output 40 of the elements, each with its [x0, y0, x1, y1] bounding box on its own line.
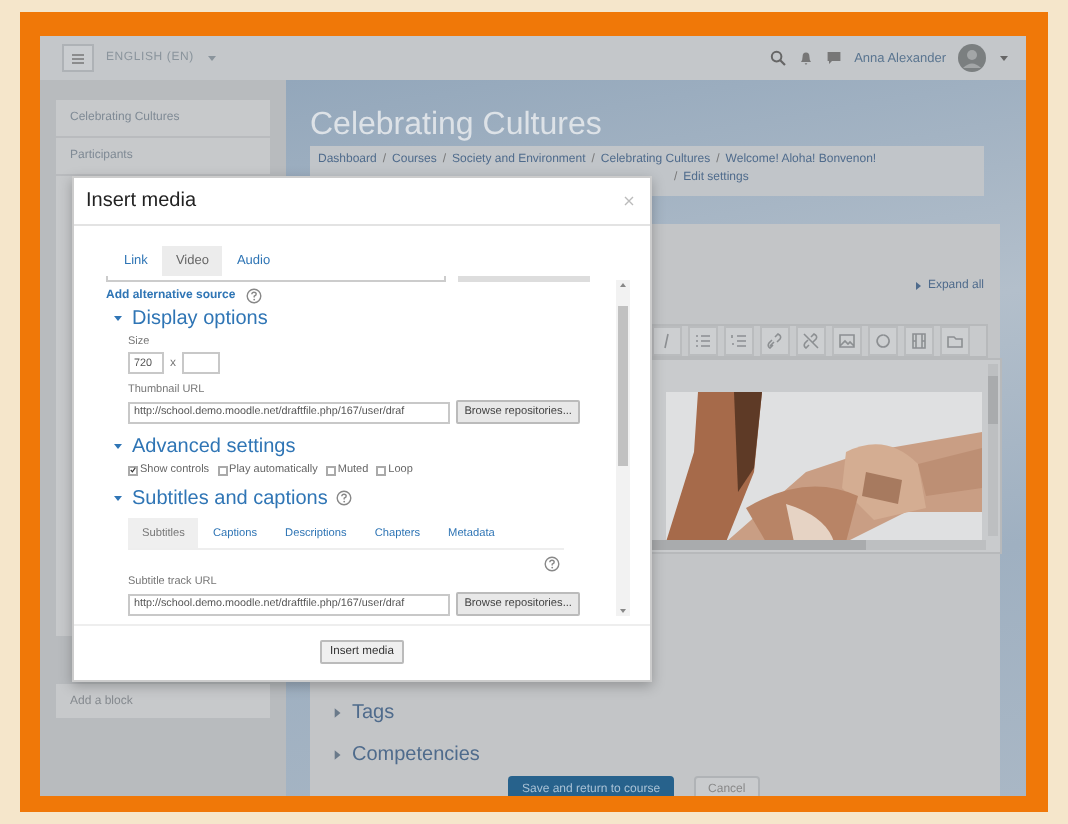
bullet-list-icon[interactable] — [688, 326, 718, 356]
dialog-title: Insert media — [86, 190, 197, 212]
help-icon[interactable] — [544, 556, 560, 572]
bell-icon[interactable] — [798, 50, 815, 66]
unlink-icon[interactable] — [796, 326, 826, 356]
caret-icon[interactable] — [112, 312, 124, 324]
menu-button[interactable] — [62, 44, 94, 72]
close-button[interactable] — [624, 192, 634, 210]
scrollbar[interactable] — [616, 280, 630, 616]
page-title: Celebrating Cultures — [310, 108, 604, 144]
chat-icon[interactable] — [826, 50, 843, 66]
help-icon[interactable] — [335, 490, 352, 506]
image-icon[interactable] — [832, 326, 862, 356]
menu-icon[interactable] — [72, 53, 84, 63]
help-icon[interactable] — [245, 288, 262, 304]
caret-icon[interactable] — [911, 280, 924, 292]
scrollbar[interactable] — [646, 540, 986, 550]
numbered-list-icon[interactable] — [724, 326, 754, 356]
folder-icon[interactable] — [940, 326, 970, 356]
section-heading[interactable]: Subtitles and captions — [132, 487, 328, 509]
caret-icon[interactable] — [330, 747, 344, 761]
close-icon[interactable] — [624, 196, 634, 206]
section-heading[interactable]: Competencies — [352, 743, 480, 765]
video-icon[interactable] — [904, 326, 934, 356]
check-icon — [130, 466, 136, 474]
link-icon[interactable] — [760, 326, 790, 356]
scroll-down-icon[interactable] — [618, 606, 628, 616]
caret-icon[interactable] — [330, 705, 344, 719]
caret-icon[interactable] — [998, 52, 1010, 64]
avatar[interactable] — [958, 44, 986, 72]
section-heading[interactable]: Tags — [352, 701, 395, 723]
search-icon[interactable] — [770, 50, 787, 66]
section-heading[interactable]: Display options — [132, 307, 268, 329]
caret-icon[interactable] — [112, 440, 124, 452]
caret-icon[interactable] — [112, 492, 124, 504]
height-field[interactable] — [182, 352, 220, 374]
italic-icon[interactable] — [652, 326, 682, 356]
scroll-up-icon[interactable] — [618, 280, 628, 290]
scrollbar[interactable] — [988, 364, 998, 536]
section-heading[interactable]: Advanced settings — [132, 435, 296, 457]
